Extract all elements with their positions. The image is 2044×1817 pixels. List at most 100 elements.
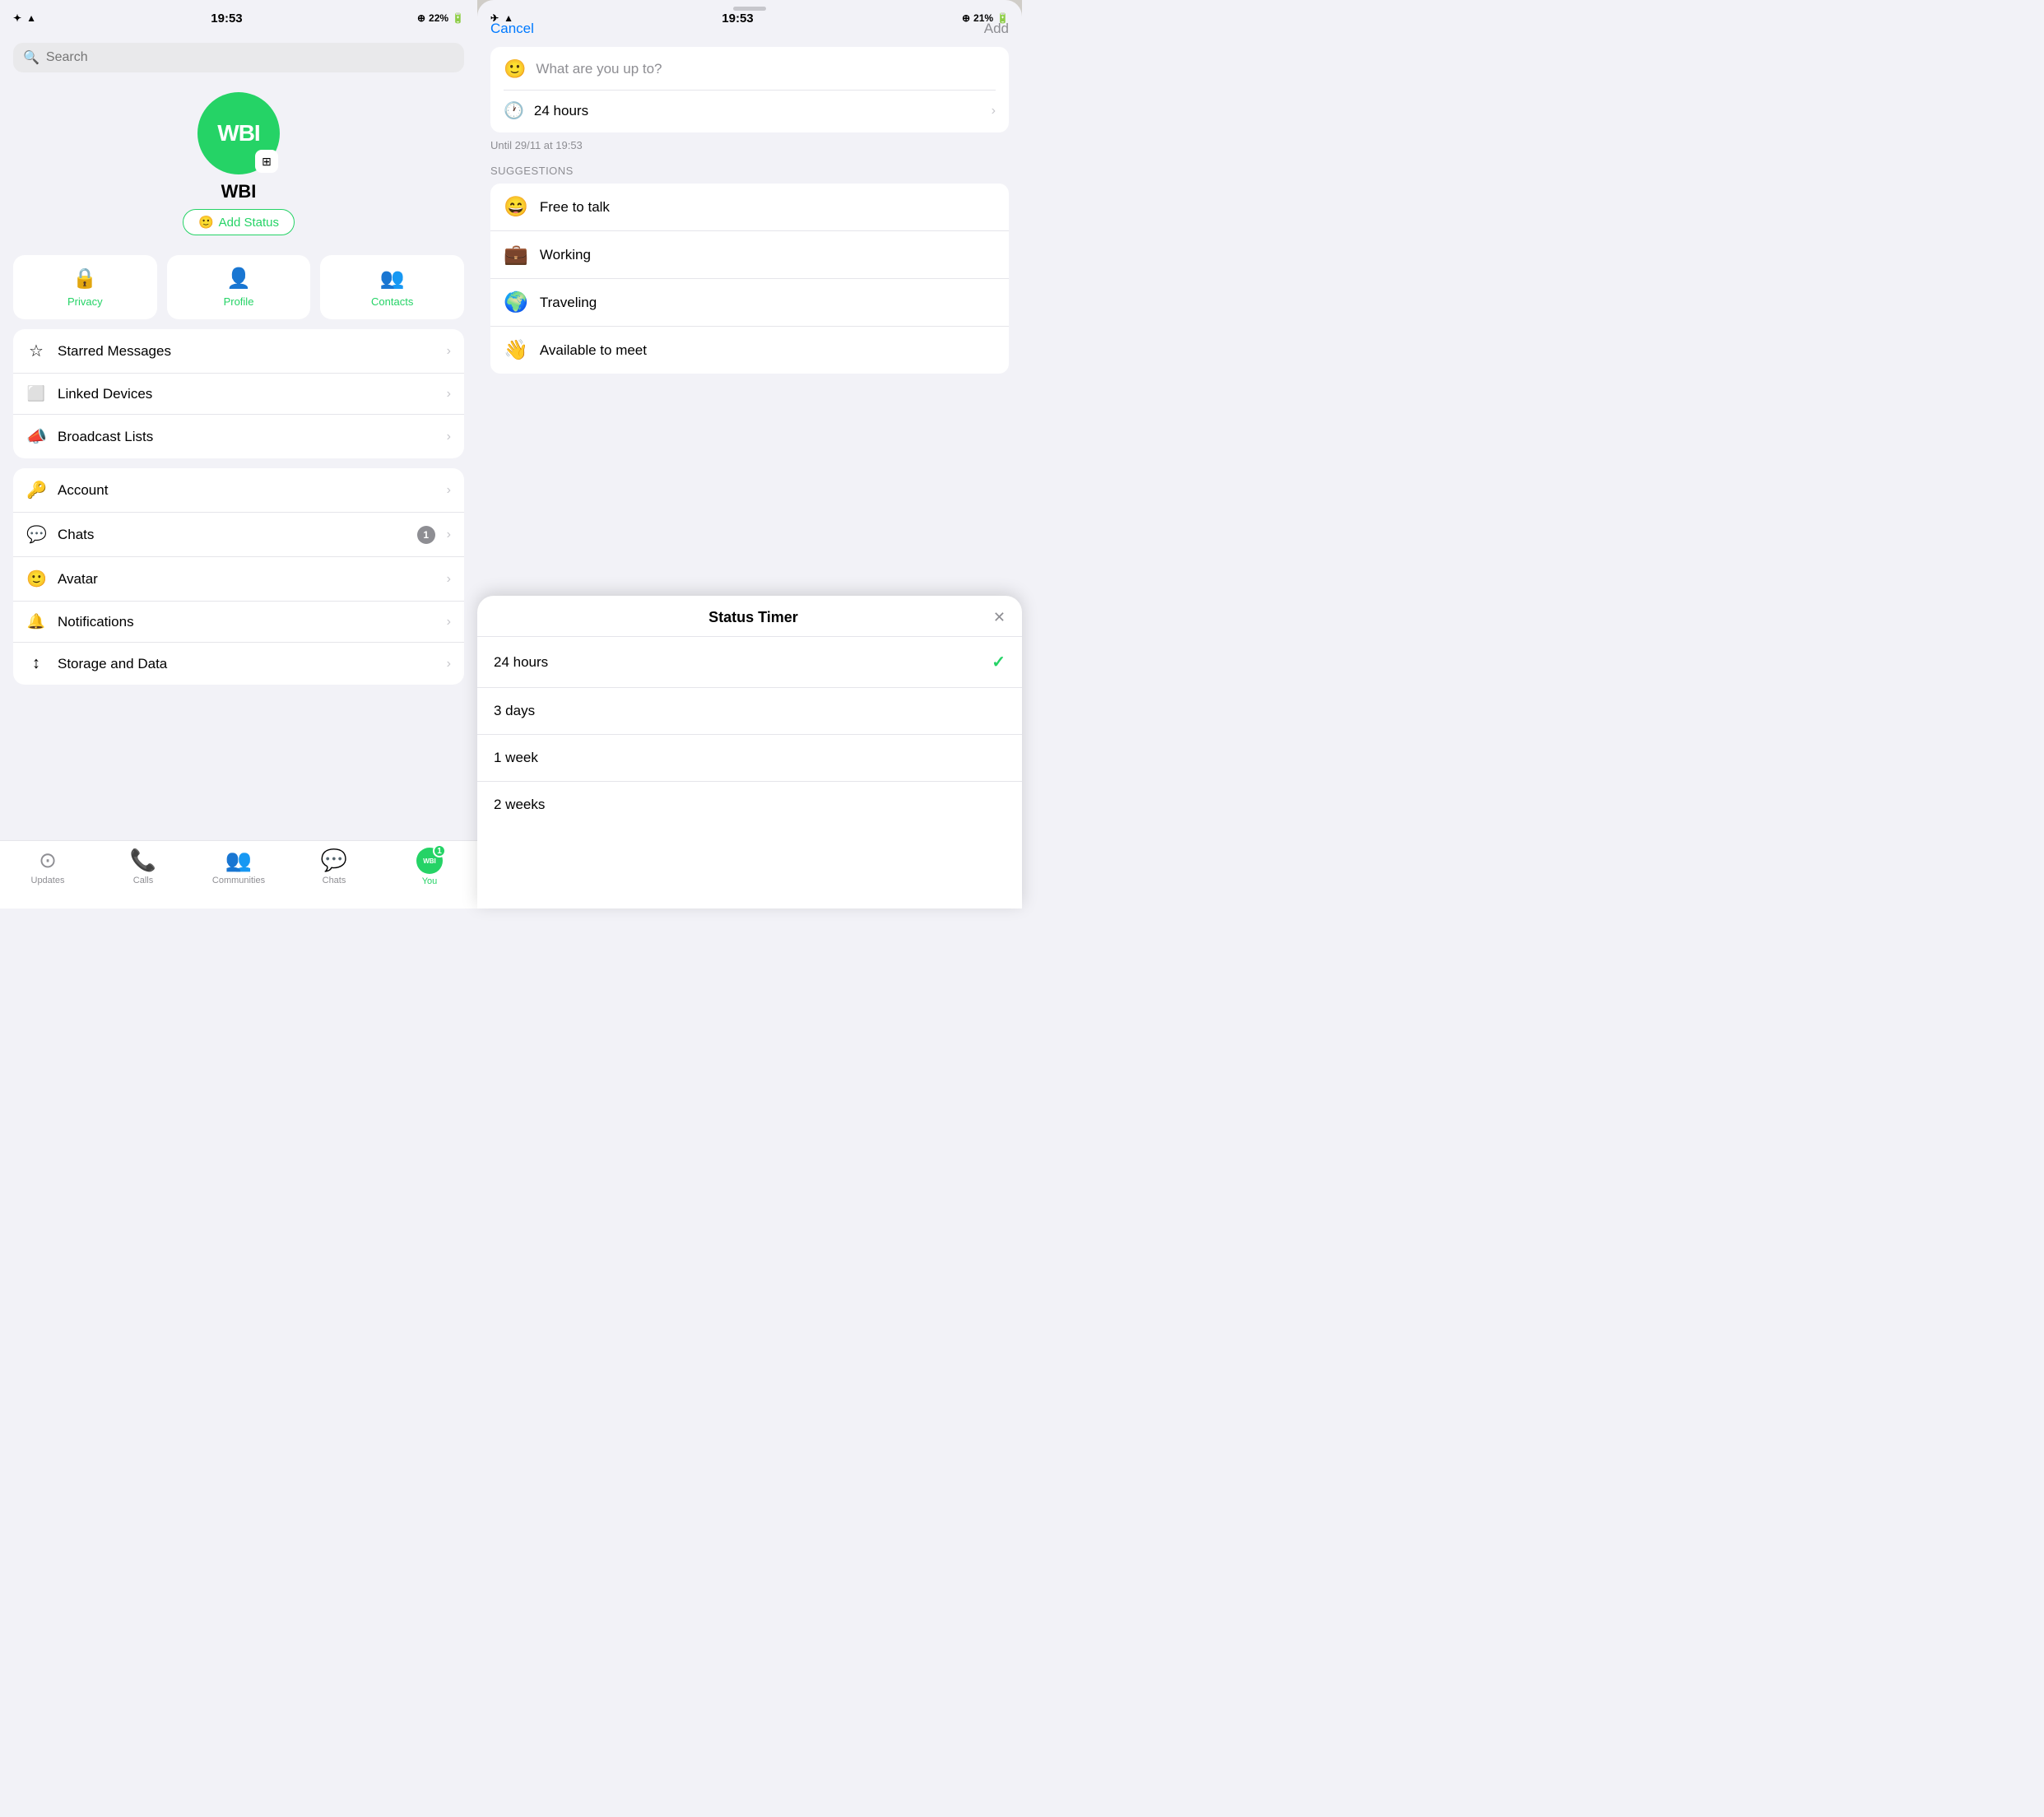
key-icon: 🔑 — [26, 480, 46, 500]
chevron-storage: › — [447, 657, 451, 672]
suggestions-section: SUGGESTIONS 😄 Free to talk 💼 Working 🌍 T… — [477, 151, 1022, 374]
free-to-talk-label: Free to talk — [540, 199, 610, 216]
notifications-item[interactable]: 🔔 Notifications › — [13, 602, 464, 643]
duration-row[interactable]: 🕐 24 hours › — [504, 91, 996, 121]
timer-option-24h[interactable]: 24 hours ✓ — [477, 637, 1022, 688]
bell-icon: 🔔 — [26, 613, 46, 630]
signal-icon: ▲ — [26, 12, 36, 24]
storage-item[interactable]: ↕ Storage and Data › — [13, 643, 464, 685]
suggestions-list: 😄 Free to talk 💼 Working 🌍 Traveling 👋 A… — [490, 184, 1009, 374]
chevron-icon: › — [447, 344, 451, 359]
profile-section: WBI ⊞ WBI 🙂 Add Status — [0, 79, 477, 245]
search-bar[interactable]: 🔍 — [13, 43, 464, 72]
profile-label: Profile — [224, 295, 254, 308]
status-bar-left: ✦ ▲ 19:53 ⊕ 22% 🔋 — [0, 0, 477, 36]
status-input-row: 🙂 What are you up to? — [504, 58, 996, 91]
24h-checkmark: ✓ — [992, 652, 1006, 672]
timer-title: Status Timer — [513, 609, 993, 626]
chevron-icon-2: › — [447, 387, 451, 402]
communities-tab-label: Communities — [212, 876, 265, 885]
grinning-icon: 😄 — [504, 195, 528, 219]
24h-label: 24 hours — [494, 654, 548, 671]
privacy-label: Privacy — [67, 295, 103, 308]
linked-devices-item[interactable]: ⬜ Linked Devices › — [13, 374, 464, 415]
airplane-icon: ✈ — [490, 12, 499, 24]
calls-tab-icon: 📞 — [130, 848, 156, 873]
contacts-button[interactable]: 👥 Contacts — [320, 255, 464, 319]
profile-button[interactable]: 👤 Profile — [167, 255, 311, 319]
status-time-left: 19:53 — [211, 12, 242, 26]
starred-messages-item[interactable]: ☆ Starred Messages › — [13, 329, 464, 374]
avatar-label: Avatar — [58, 571, 435, 588]
tab-bar: ⊙ Updates 📞 Calls 👥 Communities 💬 Chats … — [0, 840, 477, 908]
right-status-icons: ✈ ▲ — [490, 12, 513, 24]
contacts-icon: 👥 — [380, 267, 405, 290]
left-scroll-content: 🔍 WBI ⊞ WBI 🙂 Add Status 🔒 Pr — [0, 36, 477, 840]
chevron-notifications: › — [447, 615, 451, 630]
tab-calls[interactable]: 📞 Calls — [95, 848, 191, 885]
privacy-button[interactable]: 🔒 Privacy — [13, 255, 157, 319]
suggestion-available-to-meet[interactable]: 👋 Available to meet — [490, 327, 1009, 374]
available-label: Available to meet — [540, 342, 647, 359]
status-input-area: 🙂 What are you up to? 🕐 24 hours › — [490, 47, 1009, 132]
status-time-right: 19:53 — [722, 12, 753, 26]
timer-close-button[interactable]: ✕ — [993, 609, 1006, 626]
status-left-icons: ✦ ▲ — [13, 12, 36, 24]
traveling-label: Traveling — [540, 295, 597, 311]
chats-settings-label: Chats — [58, 527, 406, 543]
account-label: Account — [58, 482, 435, 499]
suggestion-traveling[interactable]: 🌍 Traveling — [490, 279, 1009, 327]
avatar-item[interactable]: 🙂 Avatar › — [13, 557, 464, 602]
until-text: Until 29/11 at 19:53 — [477, 132, 1022, 151]
lock-icon: 🔒 — [72, 267, 97, 290]
broadcast-lists-item[interactable]: 📣 Broadcast Lists › — [13, 415, 464, 458]
you-tab-label: You — [422, 876, 438, 886]
search-input[interactable] — [46, 50, 454, 65]
chats-tab-label: Chats — [323, 876, 346, 885]
battery-percent-right: 21% — [973, 12, 993, 24]
add-status-label: Add Status — [219, 216, 279, 230]
wifi-icon-right: ▲ — [504, 12, 513, 24]
briefcase-icon: 💼 — [504, 243, 528, 267]
chats-tab-icon: 💬 — [321, 848, 347, 873]
status-timer-sheet: Status Timer ✕ 24 hours ✓ 3 days 1 week … — [477, 596, 1022, 908]
location-icon-right: ⊕ — [962, 12, 970, 24]
battery-icon-right: 🔋 — [996, 12, 1009, 24]
quick-actions: 🔒 Privacy 👤 Profile 👥 Contacts — [0, 245, 477, 329]
search-icon: 🔍 — [23, 49, 39, 66]
person-icon: 👤 — [226, 267, 251, 290]
menu-group-1: ☆ Starred Messages › ⬜ Linked Devices › … — [13, 329, 464, 458]
chevron-icon-3: › — [447, 430, 451, 444]
qr-badge[interactable]: ⊞ — [255, 150, 278, 173]
you-initials: WBI — [423, 857, 436, 865]
account-item[interactable]: 🔑 Account › — [13, 468, 464, 513]
linked-devices-label: Linked Devices — [58, 386, 435, 402]
tab-you[interactable]: WBI 1 You — [382, 848, 477, 886]
chats-settings-item[interactable]: 💬 Chats 1 › — [13, 513, 464, 557]
2w-label: 2 weeks — [494, 797, 545, 813]
timer-option-3d[interactable]: 3 days — [477, 688, 1022, 735]
broadcast-icon: 📣 — [26, 426, 46, 447]
calls-tab-label: Calls — [133, 876, 153, 885]
battery-icon-left: 🔋 — [452, 12, 464, 24]
suggestion-free-to-talk[interactable]: 😄 Free to talk — [490, 184, 1009, 231]
broadcast-label: Broadcast Lists — [58, 429, 435, 445]
chevron-chats: › — [447, 527, 451, 542]
timer-option-2w[interactable]: 2 weeks — [477, 782, 1022, 828]
chevron-avatar: › — [447, 572, 451, 587]
status-input-placeholder[interactable]: What are you up to? — [536, 61, 662, 77]
suggestions-title: SUGGESTIONS — [490, 165, 1009, 177]
3d-label: 3 days — [494, 703, 535, 719]
suggestion-working[interactable]: 💼 Working — [490, 231, 1009, 279]
add-status-button[interactable]: 🙂 Add Status — [183, 209, 295, 235]
tab-chats[interactable]: 💬 Chats — [286, 848, 382, 885]
updates-tab-label: Updates — [31, 876, 65, 885]
tab-updates[interactable]: ⊙ Updates — [0, 848, 95, 885]
status-bar-right: ✈ ▲ 19:53 ⊕ 21% 🔋 — [477, 0, 1022, 36]
contacts-label: Contacts — [371, 295, 413, 308]
you-badge: 1 — [433, 844, 446, 857]
globe-icon: 🌍 — [504, 290, 528, 314]
timer-option-1w[interactable]: 1 week — [477, 735, 1022, 782]
status-right-icons-left: ⊕ 22% 🔋 — [417, 12, 464, 24]
tab-communities[interactable]: 👥 Communities — [191, 848, 286, 885]
